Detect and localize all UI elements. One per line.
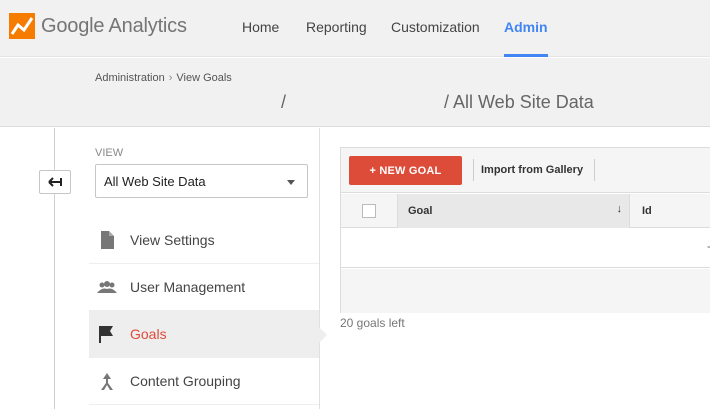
sidebar-item-goals[interactable]: Goals (89, 311, 319, 358)
new-goal-button[interactable]: + NEW GOAL (349, 156, 462, 185)
breadcrumb-bar: Administration › View Goals / / All Web Si… (0, 58, 710, 127)
select-all-checkbox[interactable] (362, 204, 376, 218)
nav-home[interactable]: Home (242, 0, 279, 57)
toolbar-divider (473, 159, 474, 181)
back-button[interactable] (39, 170, 71, 194)
breadcrumb-separator: › (168, 72, 173, 84)
sidebar-item-user-management[interactable]: User Management (89, 264, 319, 311)
column-header-id[interactable]: Id (642, 205, 652, 217)
chevron-down-icon (287, 180, 295, 185)
import-from-gallery-button[interactable]: Import from Gallery (481, 164, 583, 176)
users-icon (97, 281, 117, 293)
top-bar: Google Analytics Home Reporting Customiz… (0, 0, 710, 57)
toolbar-divider (594, 159, 595, 181)
view-select[interactable]: All Web Site Data (95, 164, 308, 198)
page-title-slash: / (281, 92, 287, 112)
table-row: - (341, 229, 710, 268)
flag-icon (99, 326, 113, 343)
column-header-label: Goal (408, 205, 433, 217)
google-analytics-logo[interactable]: Google Analytics (9, 13, 187, 39)
page-title: / All Web Site Data (444, 92, 594, 112)
view-select-value: All Web Site Data (104, 174, 206, 189)
column-header-goal[interactable]: Goal ↓ (397, 194, 630, 228)
sidebar-item-label: User Management (130, 279, 246, 295)
nav-reporting[interactable]: Reporting (306, 0, 367, 57)
nav-customization[interactable]: Customization (391, 0, 480, 57)
analytics-logo-icon (9, 13, 35, 39)
table-footer (341, 269, 710, 313)
goals-table-panel: + NEW GOAL Import from Gallery Goal ↓ Id… (340, 147, 710, 313)
sidebar-item-label: Goals (130, 326, 167, 342)
goals-left-count: 20 goals left (340, 316, 405, 330)
view-label: VIEW (95, 147, 124, 159)
app-name: Google Analytics (41, 14, 187, 37)
sidebar-item-view-settings[interactable]: View Settings (89, 217, 319, 264)
sidebar-item-label: Content Grouping (130, 373, 241, 389)
breadcrumb-administration[interactable]: Administration (95, 72, 165, 84)
breadcrumb: Administration › View Goals (95, 72, 232, 84)
document-icon (101, 231, 114, 249)
table-header: Goal ↓ Id (341, 194, 710, 228)
sidebar-item-content-grouping[interactable]: Content Grouping (89, 358, 319, 405)
breadcrumb-current: View Goals (176, 72, 232, 84)
content-grouping-icon (101, 373, 113, 390)
sidebar-item-label: View Settings (130, 232, 215, 248)
goals-toolbar: + NEW GOAL Import from Gallery (341, 148, 710, 193)
back-arrow-icon (48, 177, 62, 187)
active-pointer (319, 327, 327, 343)
sort-down-icon: ↓ (616, 203, 623, 215)
nav-admin[interactable]: Admin (504, 0, 548, 57)
